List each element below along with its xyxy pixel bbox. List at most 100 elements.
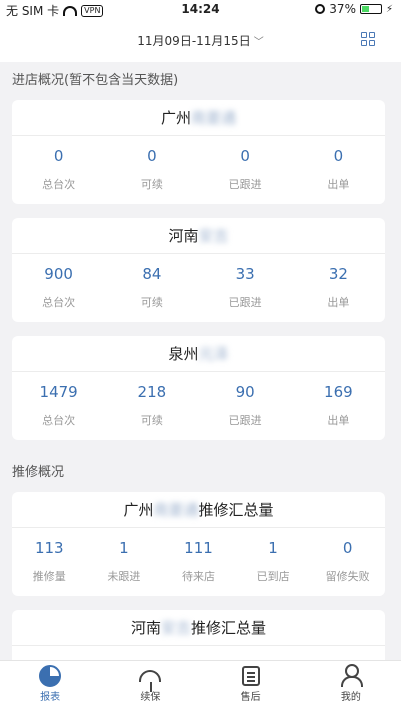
stat-label: 已跟进: [228, 178, 262, 191]
stat-label: 总台次: [42, 178, 76, 191]
stats-row: 113 推修量 1 未跟进 111 待来店 1 已到店 0 留修失败: [12, 528, 385, 596]
stat-arrived[interactable]: 1 已到店: [236, 536, 311, 586]
battery-fill: [361, 6, 369, 12]
stat-label: 出单: [327, 178, 350, 191]
card-city: 广州: [160, 109, 191, 127]
card-title: 广州南菱通: [12, 100, 385, 136]
card-title: 河南安吉推修汇总量: [12, 610, 385, 646]
battery-icon: [359, 4, 382, 14]
person-icon: [301, 661, 401, 691]
stat-value: 0: [147, 147, 157, 165]
status-bar: 无 SIM 卡 VPN 14:24 37% ⚡: [0, 0, 401, 20]
stats-row: 900 总台次 84 可续 33 已跟进 32 出单: [12, 254, 385, 322]
repair-card-guangzhou: 广州南菱通推修汇总量 113 推修量 1 未跟进 111 待来店 1 已到店 0 留修失败: [12, 492, 385, 596]
stat-issued[interactable]: 169 出单: [292, 380, 385, 430]
stat-label: 可续: [140, 296, 163, 309]
report-content[interactable]: 进店概况(暂不包含当天数据) 广州南菱通 0 总台次 0 可续 0 已跟进 0 出单 河…: [0, 62, 401, 660]
stat-value: 1: [268, 539, 278, 557]
stat-label: 已到店: [256, 570, 290, 583]
card-suffix: 推修汇总量: [198, 501, 274, 519]
chevron-down-icon: ﹀: [253, 37, 264, 48]
stat-followed[interactable]: 0 已跟进: [199, 144, 292, 194]
charging-icon: ⚡: [385, 3, 393, 15]
card-city: 河南: [130, 619, 161, 637]
tab-label: 报表: [40, 692, 61, 703]
stat-value: 33: [235, 265, 255, 283]
umbrella-icon: [100, 661, 200, 692]
tab-report[interactable]: 报表: [0, 661, 100, 711]
card-suffix: 推修汇总量: [191, 619, 267, 637]
stat-total[interactable]: 900 总台次: [12, 262, 105, 312]
tab-label: 续保: [140, 692, 161, 703]
stat-label: 待来店: [181, 570, 215, 583]
tools-icon: [201, 661, 301, 691]
stat-label: 留修失败: [325, 570, 370, 583]
stat-value: 113: [34, 539, 64, 557]
stat-issued[interactable]: 0 出单: [292, 144, 385, 194]
repair-overview-title: 推修概况: [12, 465, 65, 480]
stat-failed[interactable]: 0 留修失败: [310, 536, 385, 586]
stat-value: 0: [342, 539, 353, 557]
store-card-quanzhou: 泉州元泽 1479 总台次 218 可续 90 已跟进 169 出单: [12, 336, 385, 440]
tab-renewal[interactable]: 续保: [100, 661, 200, 711]
stat-label: 出单: [327, 296, 350, 309]
stat-value: 84: [142, 265, 162, 283]
stat-total[interactable]: 1479 总台次: [12, 380, 105, 430]
card-city: 泉州: [168, 345, 199, 363]
blurred-store-name: 元泽: [198, 345, 229, 363]
stat-total[interactable]: 0 总台次: [12, 144, 105, 194]
battery-percent: 37%: [329, 2, 356, 16]
stat-value: 1479: [39, 383, 78, 401]
orientation-lock-icon: [315, 4, 326, 14]
stat-value: 32: [328, 265, 348, 283]
stat-followed[interactable]: 33 已跟进: [199, 262, 292, 312]
card-title: 河南安吉: [12, 218, 385, 254]
tab-after-sales[interactable]: 售后: [201, 661, 301, 711]
date-range-label: 11月09日-11月15日: [137, 34, 251, 48]
stat-value: 111: [184, 539, 213, 557]
stat-issued[interactable]: 32 出单: [292, 262, 385, 312]
stat-label: 总台次: [42, 414, 76, 427]
blurred-store-name: 南菱通: [153, 501, 199, 519]
stat-label: 可续: [140, 178, 163, 191]
store-card-henan: 河南安吉 900 总台次 84 可续 33 已跟进 32 出单: [12, 218, 385, 322]
chart-pie-icon: [0, 661, 100, 691]
stat-value: 169: [324, 383, 353, 401]
stat-label: 已跟进: [228, 414, 262, 427]
card-title: 广州南菱通推修汇总量: [12, 492, 385, 528]
stat-value: 0: [240, 147, 250, 165]
stat-renewable[interactable]: 218 可续: [105, 380, 198, 430]
stat-referred[interactable]: 113 推修量: [12, 536, 87, 586]
stat-value: 90: [235, 383, 255, 401]
date-range-selector[interactable]: 11月09日-11月15日 ﹀: [0, 32, 401, 49]
stats-row: 1479 总台次 218 可续 90 已跟进 169 出单: [12, 372, 385, 440]
stat-label: 出单: [327, 414, 350, 427]
stat-followed[interactable]: 90 已跟进: [199, 380, 292, 430]
stat-value: 0: [333, 147, 344, 165]
stat-label: 可续: [140, 414, 163, 427]
stat-renewable[interactable]: 84 可续: [105, 262, 198, 312]
grid-menu-icon[interactable]: [361, 32, 375, 46]
stat-label: 未跟进: [107, 570, 141, 583]
tab-bar: 报表 续保 售后 我的: [0, 660, 401, 711]
stat-awaiting[interactable]: 111 待来店: [161, 536, 236, 586]
tab-profile[interactable]: 我的: [301, 661, 401, 711]
blurred-store-name: 南菱通: [191, 109, 237, 127]
store-overview-title: 进店概况(暂不包含当天数据): [12, 73, 179, 88]
stat-value: 900: [44, 265, 73, 283]
stat-renewable[interactable]: 0 可续: [105, 144, 198, 194]
status-right: 37% ⚡: [315, 2, 393, 16]
stat-value: 218: [137, 383, 167, 401]
stat-value: 0: [53, 147, 64, 165]
stat-label: 推修量: [32, 570, 66, 583]
card-city: 河南: [168, 227, 199, 245]
stat-label: 已跟进: [228, 296, 262, 309]
store-card-guangzhou: 广州南菱通 0 总台次 0 可续 0 已跟进 0 出单: [12, 100, 385, 204]
card-title: 泉州元泽: [12, 336, 385, 372]
stat-not-followed[interactable]: 1 未跟进: [87, 536, 162, 586]
blurred-store-name: 安吉: [160, 619, 191, 637]
nav-bar: 11月09日-11月15日 ﹀: [0, 20, 401, 62]
stat-value: 1: [119, 539, 129, 557]
card-city: 广州: [123, 501, 154, 519]
repair-card-henan: 河南安吉推修汇总量 68 68 0 0 0: [12, 610, 385, 660]
